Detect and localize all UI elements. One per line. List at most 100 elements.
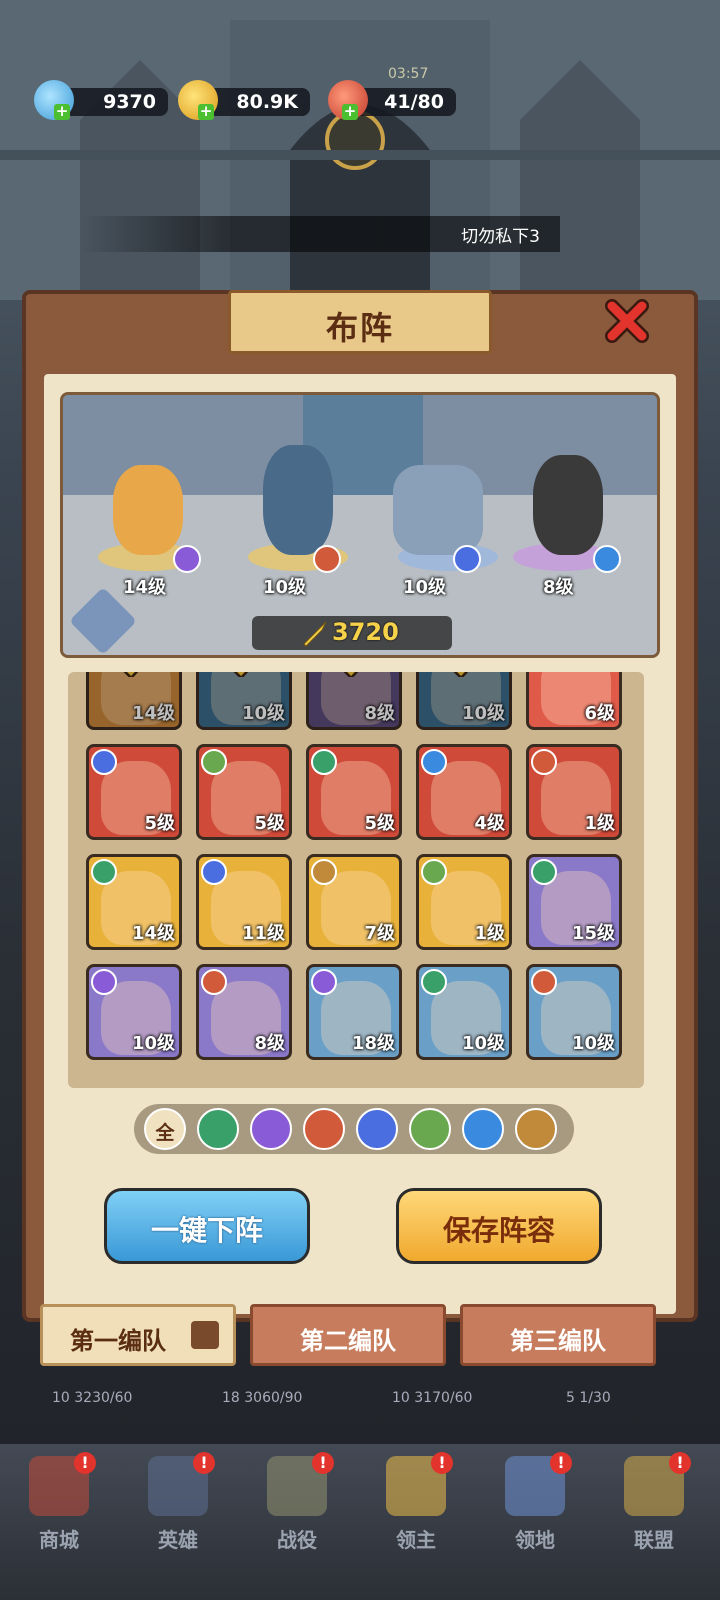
hero-level: 10级 (131, 1033, 175, 1054)
hero-card[interactable]: 1级 (526, 744, 622, 840)
lineup-slot-2[interactable]: 10级 (243, 445, 353, 645)
behind-stat-4: 5 1/30 (566, 1390, 611, 1406)
nav-label: 商城 (39, 1528, 79, 1552)
class-icon (91, 749, 117, 775)
hero-card[interactable]: 1级 (416, 854, 512, 950)
nav-item-4[interactable]: ! 领地 (480, 1452, 590, 1572)
hero-level: 6级 (584, 703, 615, 724)
save-lineup-button[interactable]: 保存阵容 (396, 1188, 602, 1264)
hero-level: 10级 (461, 703, 505, 724)
class-icon (201, 749, 227, 775)
nav-label: 战役 (277, 1528, 317, 1552)
class-icon (311, 749, 337, 775)
hero-card[interactable]: 4级 (416, 744, 512, 840)
hero-card[interactable]: 10级 (526, 964, 622, 1060)
deployed-check-icon (233, 672, 249, 677)
nav-label: 联盟 (634, 1528, 674, 1552)
class-icon (91, 859, 117, 885)
deployed-check-icon (453, 672, 469, 677)
add-gold-button[interactable]: + (198, 104, 214, 120)
tab-team-1[interactable]: 第一编队 (40, 1304, 236, 1366)
hero-level: 10级 (571, 1033, 615, 1054)
hero-card[interactable]: 5级 (306, 744, 402, 840)
filter-paw-button[interactable] (356, 1108, 398, 1150)
paw-icon (453, 545, 481, 573)
lineup-slot-4[interactable]: 8级 (513, 455, 633, 645)
hero-level: 10级 (461, 1033, 505, 1054)
hero-card[interactable]: 5级 (86, 744, 182, 840)
add-gems-button[interactable]: + (54, 104, 70, 120)
filter-all-button[interactable]: 全 (144, 1108, 186, 1150)
hero-level: 1级 (474, 923, 505, 944)
nav-item-5[interactable]: ! 联盟 (599, 1452, 709, 1572)
nav-item-2[interactable]: ! 战役 (242, 1452, 352, 1572)
filter-bow-button[interactable] (197, 1108, 239, 1150)
hero-card[interactable]: 10级 (86, 964, 182, 1060)
hero-roster: 14级 10级 8级 10级 6级 5级 5级 5级 4级 1级 14级 11级 7级 1级 15级 10级 8… (68, 672, 644, 1088)
alert-badge: ! (312, 1452, 334, 1474)
filter-sword-button[interactable] (303, 1108, 345, 1150)
class-icon (421, 969, 447, 995)
class-icon (311, 969, 337, 995)
hero-card[interactable]: 15级 (526, 854, 622, 950)
sword-icon (313, 545, 341, 573)
edit-icon[interactable] (191, 1321, 219, 1349)
add-stamina-button[interactable]: + (342, 104, 358, 120)
hero-card[interactable]: 6级 (526, 672, 622, 730)
lineup-level: 10级 (403, 577, 447, 598)
class-icon (421, 749, 447, 775)
hero-card[interactable]: 8级 (306, 672, 402, 730)
hero-sprite (533, 455, 603, 555)
unload-all-button[interactable]: 一键下阵 (104, 1188, 310, 1264)
panel-title: 布阵 (325, 309, 394, 347)
scrolling-notice: 切勿私下3 (80, 216, 560, 252)
hero-level: 1级 (584, 813, 615, 834)
hero-level: 10级 (241, 703, 285, 724)
class-icon (201, 859, 227, 885)
gems-value: 9370 (103, 91, 156, 113)
hero-card[interactable]: 10级 (416, 672, 512, 730)
hero-card[interactable]: 14级 (86, 854, 182, 950)
tab-team-3[interactable]: 第三编队 (460, 1304, 656, 1366)
hero-card[interactable]: 10级 (416, 964, 512, 1060)
filter-wings-button[interactable] (515, 1108, 557, 1150)
nav-item-3[interactable]: ! 领主 (361, 1452, 471, 1572)
hero-level: 5级 (364, 813, 395, 834)
deployed-check-icon (123, 672, 139, 677)
background-castle (0, 0, 720, 300)
lineup-level: 8级 (543, 577, 574, 598)
filter-swirl-button[interactable] (462, 1108, 504, 1150)
hero-card[interactable]: 10级 (196, 672, 292, 730)
filter-skull-button[interactable] (409, 1108, 451, 1150)
hero-card[interactable]: 7级 (306, 854, 402, 950)
filter-label: 全 (155, 1122, 175, 1144)
deployed-check-icon (343, 672, 359, 677)
nav-item-1[interactable]: ! 英雄 (123, 1452, 233, 1572)
alert-badge: ! (74, 1452, 96, 1474)
staff-icon (173, 545, 201, 573)
hero-level: 8级 (364, 703, 395, 724)
hero-level: 5级 (144, 813, 175, 834)
unload-all-label: 一键下阵 (150, 1214, 263, 1247)
nav-item-0[interactable]: ! 商城 (4, 1452, 114, 1572)
class-icon (311, 859, 337, 885)
hero-card[interactable]: 14级 (86, 672, 182, 730)
panel-title-banner: 布阵 (228, 290, 492, 354)
alert-badge: ! (669, 1452, 691, 1474)
alert-badge: ! (550, 1452, 572, 1474)
hero-card[interactable]: 8级 (196, 964, 292, 1060)
swirl-icon (593, 545, 621, 573)
hero-level: 14级 (131, 703, 175, 724)
behind-stat-1: 10 3230/60 (52, 1390, 133, 1406)
alert-badge: ! (193, 1452, 215, 1474)
behind-stat-3: 10 3170/60 (392, 1390, 473, 1406)
tab-team-2[interactable]: 第二编队 (250, 1304, 446, 1366)
close-button[interactable] (602, 296, 652, 346)
hero-level: 4级 (474, 813, 505, 834)
nav-label: 领主 (396, 1528, 436, 1552)
bottom-nav: ! 商城! 英雄! 战役! 领主! 领地! 联盟 (0, 1444, 720, 1600)
hero-card[interactable]: 11级 (196, 854, 292, 950)
hero-card[interactable]: 5级 (196, 744, 292, 840)
hero-card[interactable]: 18级 (306, 964, 402, 1060)
filter-staff-button[interactable] (250, 1108, 292, 1150)
